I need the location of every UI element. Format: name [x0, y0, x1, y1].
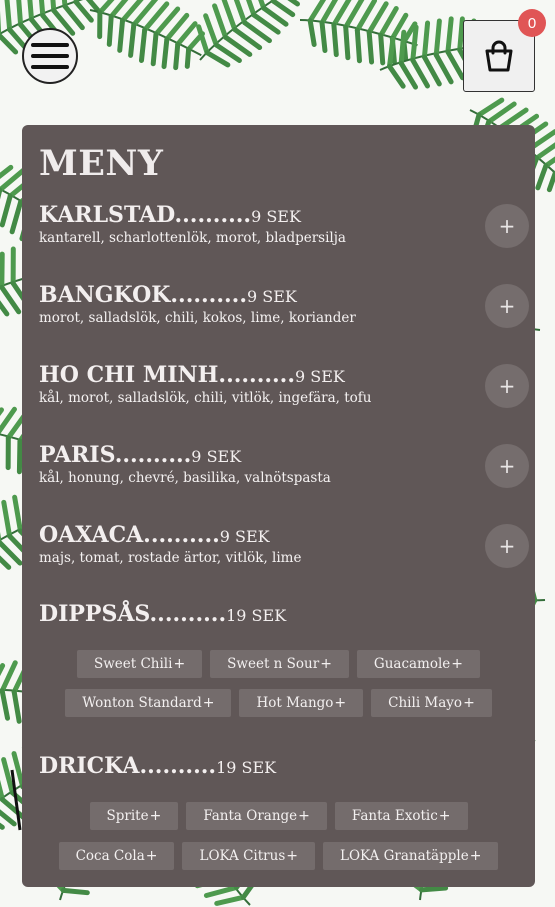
dip-label: Guacamole	[373, 656, 451, 672]
plus-icon: +	[149, 808, 162, 824]
drink-options-row: Coca Cola+ LOKA Citrus+ LOKA Granatäpple…	[22, 842, 535, 870]
drink-option-fanta-orange[interactable]: Fanta Orange+	[186, 802, 327, 830]
section-price: 19 SEK	[216, 758, 277, 777]
menu-item-karlstad: KARLSTAD..........9 SEK kantarell, schar…	[39, 202, 529, 262]
cart-button[interactable]: 0	[463, 9, 546, 92]
item-heading: OAXACA..........9 SEK	[39, 522, 529, 548]
dip-label: Sweet n Sour	[227, 656, 320, 672]
plus-icon: +	[438, 808, 451, 824]
section-name: DRICKA	[39, 753, 140, 779]
item-name: KARLSTAD	[39, 202, 175, 228]
item-price: 9 SEK	[246, 287, 297, 306]
item-name: BANGKOK	[39, 282, 171, 308]
plus-icon: +	[173, 656, 186, 672]
section-name: DIPPSÅS	[39, 601, 150, 627]
item-heading: BANGKOK..........9 SEK	[39, 282, 529, 308]
menu-item-bangkok: BANGKOK..........9 SEK morot, salladslök…	[39, 282, 529, 342]
plus-icon: +	[334, 695, 347, 711]
menu-toggle-button[interactable]	[22, 28, 78, 84]
dip-label: Wonton Standard	[82, 695, 202, 711]
drink-label: LOKA Granatäpple	[339, 848, 469, 864]
menu-panel: MENY KARLSTAD..........9 SEK kantarell, …	[22, 125, 535, 887]
dip-label: Sweet Chili	[93, 656, 173, 672]
drink-label: LOKA Citrus	[199, 848, 286, 864]
dip-option-sweet-chili[interactable]: Sweet Chili+	[76, 650, 203, 678]
item-name: PARIS	[39, 442, 115, 468]
dip-option-hot-mango[interactable]: Hot Mango+	[239, 689, 364, 717]
item-dots: ..........	[218, 362, 295, 388]
add-karlstad-button[interactable]: +	[485, 204, 529, 248]
add-ho-chi-minh-button[interactable]: +	[485, 364, 529, 408]
item-heading: HO CHI MINH..........9 SEK	[39, 362, 529, 388]
drink-option-sprite[interactable]: Sprite+	[89, 802, 179, 830]
item-ingredients: kål, honung, chevré, basilika, valnötspa…	[39, 470, 331, 486]
menu-title: MENY	[39, 143, 164, 184]
section-price: 19 SEK	[226, 606, 287, 625]
item-price: 9 SEK	[219, 527, 270, 546]
drink-label: Fanta Orange	[203, 808, 298, 824]
drink-label: Fanta Exotic	[351, 808, 438, 824]
plus-icon: +	[463, 695, 475, 711]
add-oaxaca-button[interactable]: +	[485, 524, 529, 568]
plus-icon: +	[320, 656, 332, 672]
hamburger-line	[31, 43, 69, 47]
menu-item-oaxaca: OAXACA..........9 SEK majs, tomat, rosta…	[39, 522, 529, 582]
drink-options-row: Sprite+ Fanta Orange+ Fanta Exotic+	[22, 802, 535, 830]
item-ingredients: majs, tomat, rostade ärtor, vitlök, lime	[39, 550, 302, 566]
plus-icon: +	[469, 848, 482, 864]
dip-options-row: Wonton Standard+ Hot Mango+ Chili Mayo+	[22, 689, 535, 717]
plus-icon: +	[298, 808, 310, 824]
item-dots: ..........	[114, 442, 192, 468]
drink-option-loka-granatapple[interactable]: LOKA Granatäpple+	[322, 842, 499, 870]
item-name: OAXACA	[39, 522, 144, 548]
drink-option-coca-cola[interactable]: Coca Cola+	[58, 842, 175, 870]
dip-label: Chili Mayo	[388, 695, 463, 711]
dip-label: Hot Mango	[256, 695, 334, 711]
item-dots: ..........	[170, 282, 247, 308]
item-heading: KARLSTAD..........9 SEK	[39, 202, 529, 228]
drink-label: Sprite	[106, 808, 149, 824]
drink-option-fanta-exotic[interactable]: Fanta Exotic+	[334, 802, 468, 830]
drink-option-loka-citrus[interactable]: LOKA Citrus+	[182, 842, 315, 870]
item-ingredients: kål, morot, salladslök, chili, vitlök, i…	[39, 390, 372, 406]
section-dots: ..........	[149, 601, 227, 627]
add-paris-button[interactable]: +	[485, 444, 529, 488]
section-dots: ..........	[139, 753, 217, 779]
item-ingredients: morot, salladslök, chili, kokos, lime, k…	[39, 310, 356, 326]
item-price: 9 SEK	[191, 447, 242, 466]
hamburger-line	[31, 65, 69, 69]
item-price: 9 SEK	[295, 367, 345, 386]
item-price: 9 SEK	[251, 207, 301, 226]
shopping-bag-icon	[485, 40, 513, 72]
add-bangkok-button[interactable]: +	[485, 284, 529, 328]
menu-item-ho-chi-minh: HO CHI MINH..........9 SEK kål, morot, s…	[39, 362, 529, 422]
cart-count-badge: 0	[518, 9, 546, 37]
dips-heading: DIPPSÅS..........19 SEK	[39, 601, 286, 627]
drink-label: Coca Cola	[75, 848, 145, 864]
plus-icon: +	[145, 848, 158, 864]
item-dots: ..........	[174, 202, 252, 228]
item-name: HO CHI MINH	[39, 362, 219, 388]
hamburger-line	[31, 54, 69, 58]
item-heading: PARIS..........9 SEK	[39, 442, 529, 468]
item-dots: ..........	[143, 522, 220, 548]
item-ingredients: kantarell, scharlottenlök, morot, bladpe…	[39, 230, 346, 246]
dip-option-guacamole[interactable]: Guacamole+	[356, 650, 481, 678]
menu-item-paris: PARIS..........9 SEK kål, honung, chevré…	[39, 442, 529, 502]
dip-options-row: Sweet Chili+ Sweet n Sour+ Guacamole+	[22, 650, 535, 678]
plus-icon: +	[286, 848, 298, 864]
plus-icon: +	[202, 695, 215, 711]
dip-option-wonton-standard[interactable]: Wonton Standard+	[65, 689, 232, 717]
dip-option-chili-mayo[interactable]: Chili Mayo+	[371, 689, 492, 717]
drinks-heading: DRICKA..........19 SEK	[39, 753, 276, 779]
plus-icon: +	[451, 656, 464, 672]
dip-option-sweet-n-sour[interactable]: Sweet n Sour+	[210, 650, 349, 678]
